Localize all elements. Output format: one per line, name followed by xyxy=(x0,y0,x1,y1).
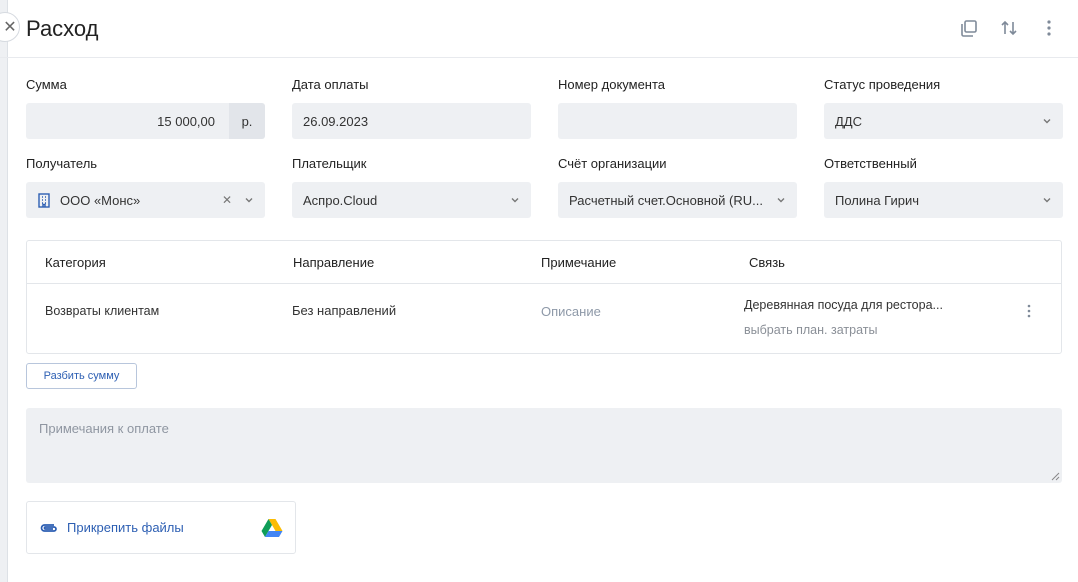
direction-cell[interactable]: Без направлений xyxy=(292,303,396,318)
clear-icon[interactable]: ✕ xyxy=(222,193,232,207)
amount-field: Сумма 15 000,00 р. xyxy=(26,77,265,139)
account-field: Счёт организации Расчетный счет.Основной… xyxy=(558,156,797,218)
google-drive-icon[interactable] xyxy=(261,518,283,541)
table-row: Возвраты клиентам Без направлений Описан… xyxy=(27,284,1061,354)
payer-select[interactable]: Аспро.Cloud xyxy=(292,182,531,218)
sort-arrows-icon[interactable] xyxy=(998,17,1020,39)
page-title: Расход xyxy=(26,16,99,41)
account-select[interactable]: Расчетный счет.Основной (RU... xyxy=(558,182,797,218)
currency-unit[interactable]: р. xyxy=(229,103,265,139)
status-select[interactable]: ДДС xyxy=(824,103,1063,139)
paperclip-icon xyxy=(39,522,59,534)
attach-files-button[interactable]: Прикрепить файлы xyxy=(26,501,296,554)
column-header-category: Категория xyxy=(45,255,106,270)
responsible-value: Полина Гирич xyxy=(835,192,919,208)
chevron-down-icon xyxy=(510,195,520,205)
pay-date-label: Дата оплаты xyxy=(292,77,369,92)
responsible-select[interactable]: Полина Гирич xyxy=(824,182,1063,218)
recipient-field: Получатель ООО «Монс» ✕ xyxy=(26,156,265,218)
building-icon xyxy=(37,192,51,208)
account-value: Расчетный счет.Основной (RU... xyxy=(569,192,763,208)
split-amount-button[interactable]: Разбить сумму xyxy=(26,363,137,389)
responsible-field: Ответственный Полина Гирич xyxy=(824,156,1063,218)
recipient-value: ООО «Монс» xyxy=(60,192,141,208)
column-header-note: Примечание xyxy=(541,255,617,270)
payment-notes-textarea[interactable]: Примечания к оплате xyxy=(26,408,1062,483)
attach-files-label: Прикрепить файлы xyxy=(67,520,184,535)
status-field: Статус проведения ДДС xyxy=(824,77,1063,139)
chevron-down-icon xyxy=(1042,195,1052,205)
doc-number-label: Номер документа xyxy=(558,77,666,92)
responsible-label: Ответственный xyxy=(824,156,917,171)
table-header: Категория Направление Примечание Связь xyxy=(27,241,1061,284)
pay-date-input[interactable]: 26.09.2023 xyxy=(292,103,531,139)
recipient-select[interactable]: ООО «Монс» ✕ xyxy=(26,182,265,218)
link-cell[interactable]: Деревянная посуда для рестора... xyxy=(744,298,943,312)
chevron-down-icon xyxy=(776,195,786,205)
chevron-down-icon xyxy=(1042,116,1052,126)
expense-split-table: Категория Направление Примечание Связь В… xyxy=(26,240,1062,354)
category-cell[interactable]: Возвраты клиентам xyxy=(45,304,159,318)
row-more-icon[interactable] xyxy=(1024,303,1034,322)
note-input[interactable]: Описание xyxy=(541,304,601,319)
payer-field: Плательщик Аспро.Cloud xyxy=(292,156,531,218)
payer-label: Плательщик xyxy=(292,156,367,171)
amount-label: Сумма xyxy=(26,77,67,92)
notes-placeholder: Примечания к оплате xyxy=(39,421,169,436)
status-value: ДДС xyxy=(835,113,862,129)
column-header-direction: Направление xyxy=(293,255,375,270)
header: Расход xyxy=(0,0,1078,58)
copy-icon[interactable] xyxy=(958,17,980,39)
chevron-down-icon xyxy=(244,195,254,205)
resize-grip-icon[interactable] xyxy=(1051,472,1060,481)
select-plan-link[interactable]: выбрать план. затраты xyxy=(744,323,877,337)
column-header-link: Связь xyxy=(749,255,785,270)
payer-value: Аспро.Cloud xyxy=(303,192,378,208)
more-vertical-icon[interactable] xyxy=(1038,17,1060,39)
doc-number-field: Номер документа xyxy=(558,77,797,139)
pay-date-field: Дата оплаты 26.09.2023 xyxy=(292,77,531,139)
doc-number-input[interactable] xyxy=(558,103,797,139)
background-panel-strip xyxy=(0,0,8,582)
status-label: Статус проведения xyxy=(824,77,941,92)
account-label: Счёт организации xyxy=(558,156,667,171)
close-icon: ✕ xyxy=(3,19,17,36)
pay-date-value: 26.09.2023 xyxy=(303,113,369,129)
amount-input[interactable]: 15 000,00 xyxy=(26,103,229,139)
recipient-label: Получатель xyxy=(26,156,98,171)
